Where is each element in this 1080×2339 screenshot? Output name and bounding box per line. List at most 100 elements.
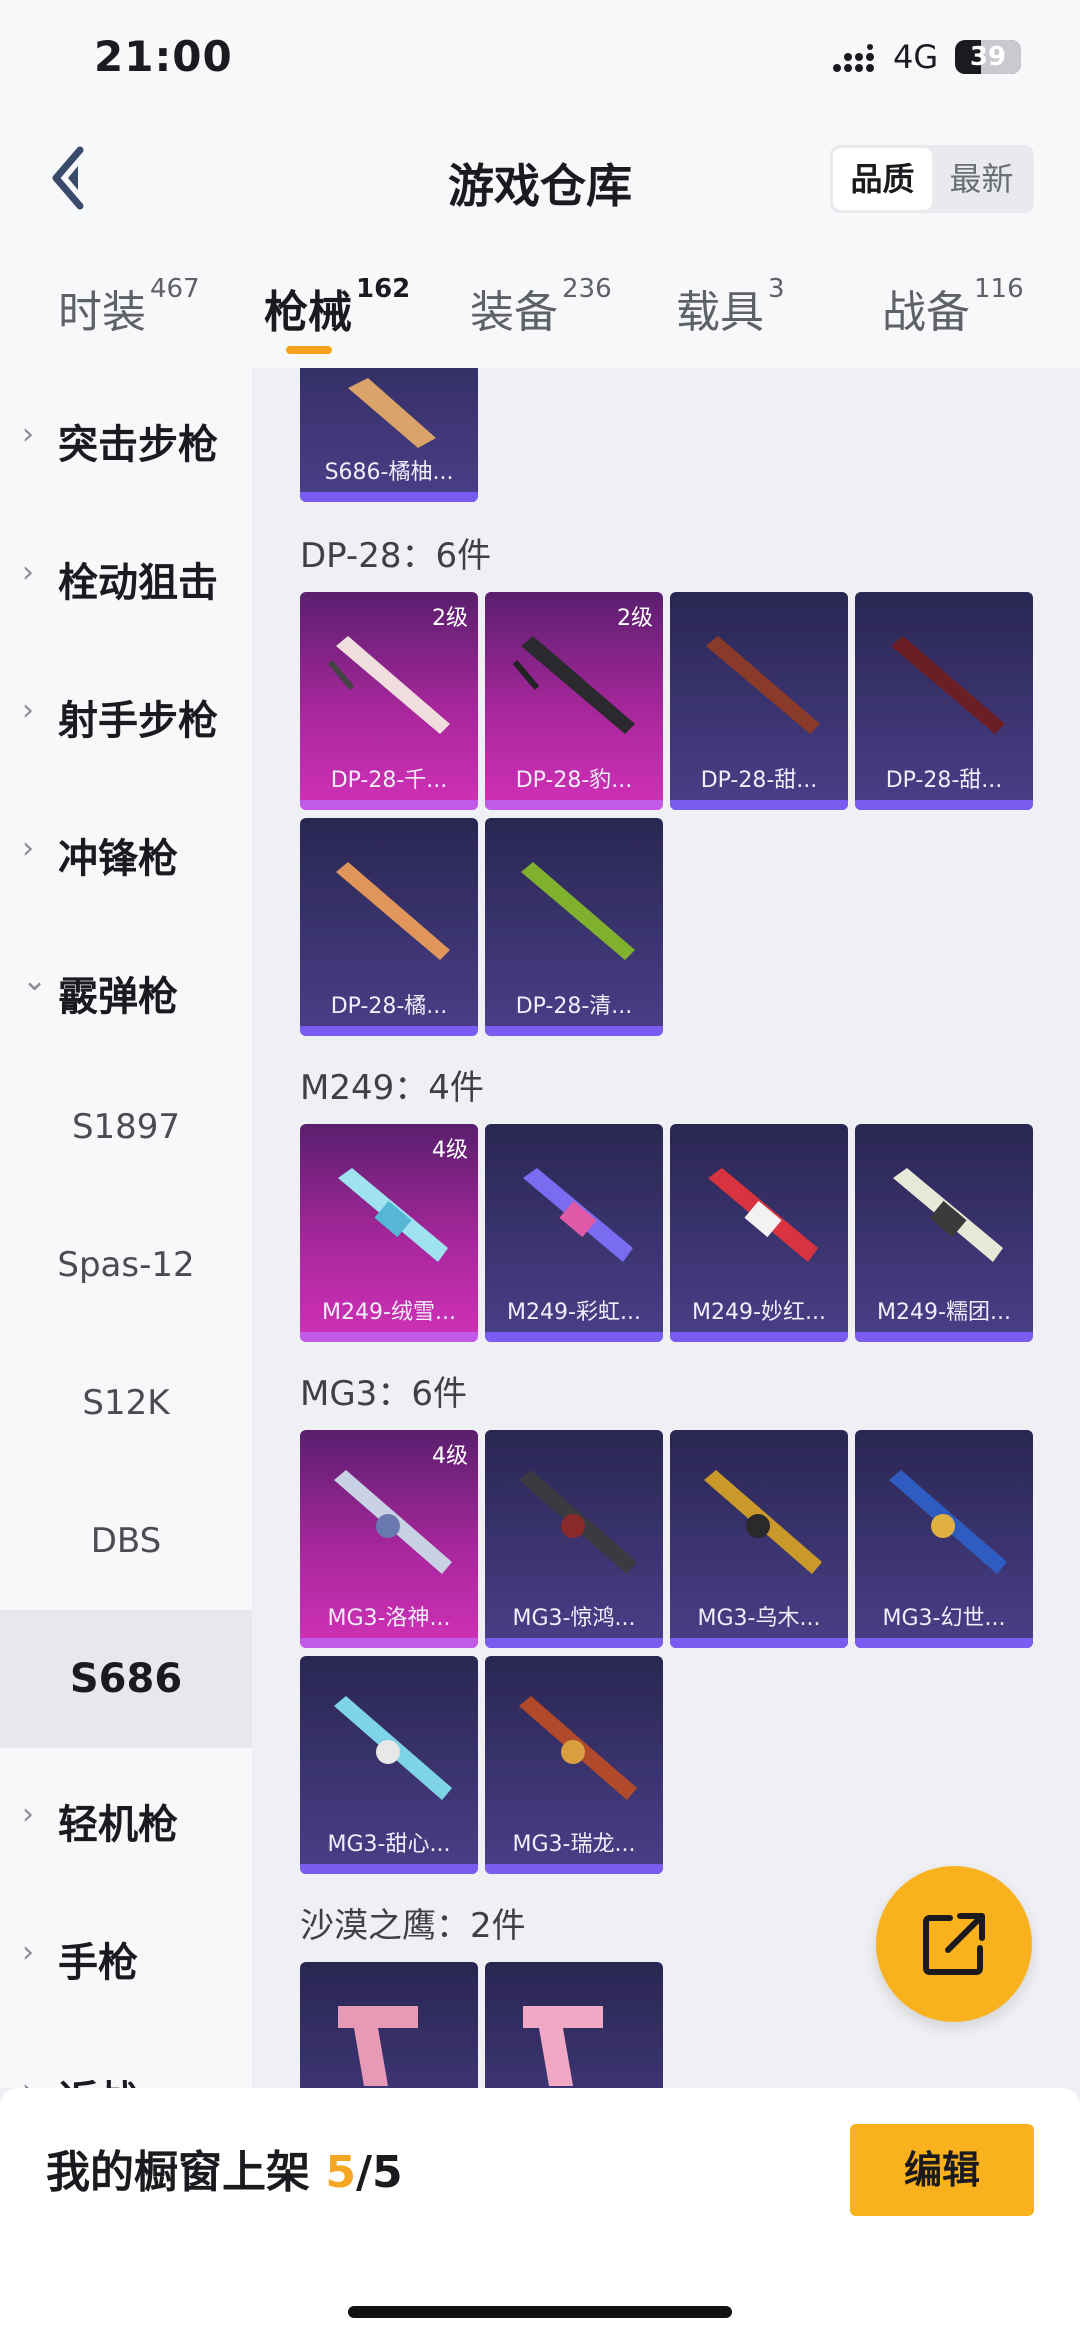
item-card[interactable]: DP-28-甜...	[855, 592, 1033, 810]
inventory-grid: S686-橘柚... DP-28：6件 2级 DP-28-千... 2级 DP-…	[252, 368, 1080, 2088]
sidebar-item-label: 栓动狙击	[58, 560, 218, 606]
active-tab-indicator	[286, 346, 332, 354]
tab-count: 3	[768, 274, 785, 304]
edit-button[interactable]: 编辑	[850, 2124, 1034, 2216]
tab-vehicles[interactable]: 载具 3	[676, 274, 785, 340]
sidebar-item-label: 近战	[58, 2068, 138, 2088]
group-title-mg3: MG3：6件	[300, 1374, 467, 1414]
sort-option-newest[interactable]: 最新	[932, 148, 1031, 210]
chevron-right-icon: ›	[22, 417, 34, 452]
item-name: MG3-瑞龙...	[512, 1832, 636, 1857]
tab-fashion[interactable]: 时装 467	[58, 274, 200, 340]
chevron-right-icon: ›	[22, 1935, 34, 1970]
item-card[interactable]: MG3-乌木...	[670, 1430, 848, 1648]
machine-gun-icon	[521, 862, 635, 960]
showcase-label: 我的橱窗上架	[46, 2147, 310, 2198]
sidebar-subitem-dbs[interactable]: DBS	[0, 1472, 252, 1610]
tab-label: 载具	[676, 287, 764, 338]
share-icon	[923, 1913, 985, 1975]
rifle-icon	[348, 378, 436, 448]
item-name: MG3-乌木...	[697, 1606, 821, 1631]
sidebar-item-melee[interactable]: › 近战	[0, 2024, 252, 2089]
group-title-dp28: DP-28：6件	[300, 536, 492, 576]
tab-count: 116	[974, 274, 1024, 304]
tab-label: 装备	[470, 287, 558, 338]
showcase-count: 5	[325, 2147, 356, 2198]
item-name: MG3-洛神...	[327, 1606, 451, 1631]
chevron-right-icon: ›	[22, 831, 34, 866]
sidebar-item-assault-rifle[interactable]: › 突击步枪	[0, 368, 252, 506]
machine-gun-icon	[519, 1470, 637, 1574]
item-card[interactable]: M249-彩虹...	[485, 1124, 663, 1342]
battery-icon: 39	[955, 40, 1021, 74]
sort-option-quality[interactable]: 品质	[833, 148, 932, 210]
item-card[interactable]	[300, 1962, 478, 2088]
item-card[interactable]: MG3-幻世...	[855, 1430, 1033, 1648]
sidebar-item-bolt-sniper[interactable]: › 栓动狙击	[0, 506, 252, 644]
machine-gun-icon	[338, 1168, 448, 1262]
item-name: M249-妙红...	[692, 1300, 826, 1325]
item-name: M249-绒雪...	[322, 1300, 456, 1325]
machine-gun-icon	[891, 636, 1005, 734]
showcase-total: /5	[355, 2147, 403, 2198]
item-name: S686-橘柚...	[324, 460, 454, 485]
tab-firearms[interactable]: 枪械 162	[264, 274, 410, 340]
machine-gun-icon	[706, 636, 820, 734]
tab-battle-prep[interactable]: 战备 116	[882, 274, 1024, 340]
item-card[interactable]: DP-28-清...	[485, 818, 663, 1036]
category-tabs: 时装 467 枪械 162 装备 236 载具 3 战备 116	[0, 240, 1080, 368]
item-card[interactable]: M249-妙红...	[670, 1124, 848, 1342]
tab-equipment[interactable]: 装备 236	[470, 274, 612, 340]
item-name: DP-28-清...	[515, 994, 633, 1019]
item-card[interactable]: 2级 DP-28-豹...	[485, 592, 663, 810]
item-name: MG3-惊鸿...	[512, 1606, 636, 1631]
item-card[interactable]: MG3-惊鸿...	[485, 1430, 663, 1648]
sidebar-subitem-spas12[interactable]: Spas-12	[0, 1196, 252, 1334]
share-button[interactable]	[876, 1866, 1032, 2022]
sidebar-item-label: 手枪	[58, 1940, 138, 1986]
item-card[interactable]: DP-28-橘...	[300, 818, 478, 1036]
sidebar-subitem-s1897[interactable]: S1897	[0, 1058, 252, 1196]
item-card[interactable]: DP-28-甜...	[670, 592, 848, 810]
pistol-icon	[338, 2006, 418, 2086]
item-name: DP-28-豹...	[515, 768, 633, 793]
item-name: M249-彩虹...	[507, 1300, 641, 1325]
chevron-right-icon: ›	[22, 2076, 44, 2089]
item-card[interactable]: 4级 M249-绒雪...	[300, 1124, 478, 1342]
chevron-right-icon: ›	[22, 1797, 34, 1832]
sidebar-subitem-s12k[interactable]: S12K	[0, 1334, 252, 1472]
signal-icon	[833, 44, 874, 72]
sidebar-item-label: 突击步枪	[58, 422, 218, 468]
item-card[interactable]: M249-糯团...	[855, 1124, 1033, 1342]
machine-gun-icon	[708, 1168, 818, 1262]
machine-gun-icon	[519, 1696, 637, 1800]
sidebar-item-smg[interactable]: › 冲锋枪	[0, 782, 252, 920]
home-indicator	[348, 2306, 732, 2318]
header: 游戏仓库 品质 最新	[0, 120, 1080, 240]
battery-level: 39	[969, 42, 1007, 72]
sidebar-item-marksman-rifle[interactable]: › 射手步枪	[0, 644, 252, 782]
sort-toggle[interactable]: 品质 最新	[830, 145, 1034, 213]
bottom-bar: 我的橱窗上架 5/5 编辑	[0, 2088, 1080, 2339]
machine-gun-icon	[512, 636, 635, 734]
item-name: DP-28-甜...	[700, 768, 818, 793]
sidebar-item-lmg[interactable]: › 轻机枪	[0, 1748, 252, 1886]
machine-gun-icon	[893, 1168, 1003, 1262]
sidebar-item-shotgun[interactable]: ⌄ 霰弹枪	[0, 920, 252, 1058]
network-type: 4G	[893, 38, 939, 76]
item-card[interactable]: 4级 MG3-洛神...	[300, 1430, 478, 1648]
item-card[interactable]: MG3-甜心...	[300, 1656, 478, 1874]
tab-count: 236	[562, 274, 612, 304]
item-name: MG3-幻世...	[882, 1606, 1006, 1631]
sidebar-item-pistol[interactable]: › 手枪	[0, 1886, 252, 2024]
machine-gun-icon	[334, 1696, 452, 1800]
group-title-desert-eagle: 沙漠之鹰：2件	[300, 1906, 526, 1946]
item-card[interactable]: S686-橘柚...	[300, 368, 478, 502]
sidebar-subitem-s686[interactable]: S686	[0, 1610, 252, 1748]
item-card[interactable]	[485, 1962, 663, 2088]
item-card[interactable]: 2级 DP-28-千...	[300, 592, 478, 810]
item-name: M249-糯团...	[877, 1300, 1011, 1325]
item-card[interactable]: MG3-瑞龙...	[485, 1656, 663, 1874]
sidebar-item-label: 射手步枪	[58, 698, 218, 744]
chevron-right-icon: ›	[22, 555, 34, 590]
